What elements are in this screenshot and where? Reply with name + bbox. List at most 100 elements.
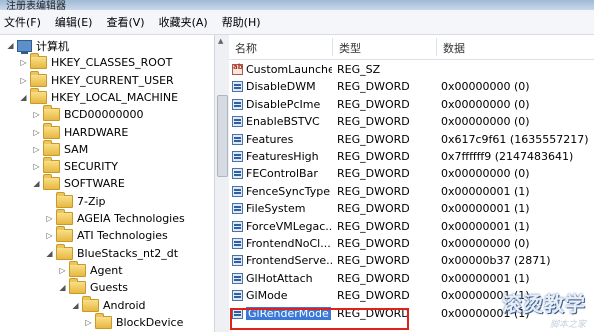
menu-item[interactable]: 文件(F) [0, 14, 48, 30]
folder-icon [43, 139, 60, 156]
menu-bar: 文件(F) 编辑(E) 查看(V) 收藏夹(A) 帮助(H) [0, 10, 594, 35]
value-name: FrontendServe... [246, 254, 332, 268]
expand-arrow-icon[interactable]: ▷ [32, 145, 41, 154]
string-value-icon [232, 63, 243, 75]
watermark-sub-text: 脚本之家 [549, 320, 586, 330]
expand-arrow-icon[interactable]: ▷ [32, 110, 41, 119]
collapse-arrow-icon[interactable]: ◢ [32, 179, 41, 188]
tree-node[interactable]: ▷ HKEY_CURRENT_USER [19, 70, 174, 89]
table-row[interactable]: DisablePcIme REG_DWORD 0x00000000 (0) [229, 97, 594, 114]
folder-icon [69, 278, 86, 295]
table-row[interactable]: ForceVMLegac... REG_DWORD 0x00000001 (1) [229, 219, 594, 236]
dword-value-icon [232, 220, 243, 232]
tree-node[interactable]: ▷ AGEIA Technologies [45, 209, 185, 227]
menu-item[interactable]: 帮助(H) [215, 14, 268, 30]
menu-item[interactable]: 编辑(E) [48, 14, 100, 30]
table-row[interactable]: FrontendServe... REG_DWORD 0x00000b37 (287… [229, 253, 594, 270]
column-header-type[interactable]: 类型 [339, 40, 361, 56]
tree-node-label: 计算机 [36, 39, 69, 53]
column-divider[interactable] [436, 38, 437, 56]
expand-arrow-icon[interactable]: ▷ [19, 76, 28, 85]
scroll-up-arrow-icon[interactable]: ▲ [218, 37, 223, 45]
collapse-arrow-icon[interactable]: ◢ [58, 283, 67, 292]
expand-arrow-icon[interactable]: ▷ [32, 128, 41, 137]
expand-arrow-icon[interactable]: ▷ [58, 266, 67, 275]
value-type: REG_DWORD [337, 115, 410, 129]
dword-value-icon [232, 203, 243, 215]
dword-value-icon [232, 81, 243, 93]
title-bar: 注册表编辑器 [0, 0, 594, 10]
value-type: REG_DWORD [337, 167, 410, 181]
value-name: ForceVMLegac... [246, 219, 332, 233]
value-name: Features [246, 132, 294, 146]
collapse-arrow-icon[interactable]: ◢ [19, 93, 28, 102]
menu-item[interactable]: 收藏夹(A) [152, 14, 215, 30]
tree-node[interactable]: ▷ HARDWARE [32, 122, 128, 141]
value-name-cell: FeaturesHigh [232, 150, 332, 163]
collapse-arrow-icon[interactable]: ◢ [71, 301, 80, 310]
table-row[interactable]: GlHotAttach REG_DWORD 0x00000001 (1) [229, 271, 594, 288]
table-row[interactable]: Features REG_DWORD 0x617c9f61 (1635557217) [229, 132, 594, 149]
value-name-cell: CustomLauncher [232, 63, 332, 76]
tree-node[interactable]: ◢ HKEY_LOCAL_MACHINE [19, 87, 178, 106]
tree-node[interactable]: ◢ BlueStacks_nt2_dt [45, 243, 178, 262]
folder-icon [43, 105, 60, 122]
tree-node[interactable]: ▷ Agent [58, 260, 123, 279]
tree-node[interactable]: ▷ HKEY_CLASSES_ROOT [19, 53, 172, 71]
value-name: CustomLauncher [246, 63, 332, 76]
value-type: REG_DWORD [337, 80, 410, 94]
value-name: FrontendNoCl... [246, 237, 331, 250]
tree-node[interactable]: 7-Zip [45, 191, 106, 210]
tree-node[interactable]: ▷ BCD00000000 [32, 105, 144, 123]
tree-node[interactable]: ◢ Guests [58, 278, 128, 296]
column-divider[interactable] [332, 38, 333, 56]
table-row[interactable]: FenceSyncType REG_DWORD 0x00000001 (1) [229, 184, 594, 201]
tree-node[interactable]: ◢ Android [71, 295, 146, 314]
value-name-cell: FileSystem [232, 202, 332, 215]
value-type: REG_SZ [337, 63, 381, 76]
tree-node-label: SOFTWARE [64, 177, 125, 191]
value-data: 0x617c9f61 (1635557217) [441, 132, 589, 146]
table-row[interactable]: DisableDWM REG_DWORD 0x00000000 (0) [229, 79, 594, 96]
column-header-name[interactable]: 名称 [235, 40, 257, 56]
value-type: REG_DWORD [337, 132, 410, 146]
value-name: FEControlBar [246, 167, 318, 181]
expand-arrow-icon[interactable]: ▷ [84, 318, 93, 327]
dword-value-icon [232, 116, 243, 128]
tree-node[interactable]: ◢ SOFTWARE [32, 174, 125, 192]
menu-item[interactable]: 查看(V) [99, 14, 151, 30]
value-data: 0x00000001 (1) [441, 219, 530, 233]
collapse-arrow-icon[interactable]: ◢ [6, 41, 15, 50]
scrollbar-thumb[interactable] [217, 95, 228, 177]
value-name-cell: FrontendNoCl... [232, 237, 332, 250]
registry-tree[interactable]: ◢ 计算机 ▷ HKEY_CLASSES_ROOT ▷ HKEY_CURRENT_USER… [0, 35, 214, 332]
expand-arrow-icon[interactable]: ▷ [45, 231, 54, 240]
value-name: DisableDWM [246, 80, 316, 94]
value-type: REG_DWORD [337, 202, 410, 216]
expand-arrow-icon[interactable]: ▷ [19, 58, 28, 67]
column-header-data[interactable]: 数据 [443, 40, 465, 56]
watermark: 滚烫教学 脚本之家 [502, 288, 586, 330]
table-row[interactable]: CustomLauncher REG_SZ [229, 62, 594, 79]
table-row[interactable]: EnableBSTVC REG_DWORD 0x00000000 (0) [229, 114, 594, 131]
table-row[interactable]: FeaturesHigh REG_DWORD 0x7ffffff9 (2147483… [229, 149, 594, 166]
tree-node-label: BlockDevice [116, 315, 184, 329]
expand-arrow-icon[interactable]: ▷ [32, 162, 41, 171]
dword-value-icon [232, 168, 243, 180]
selection-highlight-annotation [230, 308, 409, 330]
value-type: REG_DWORD [337, 254, 410, 268]
tree-node[interactable]: ▷ SAM [32, 139, 88, 158]
folder-icon [56, 243, 73, 260]
expand-arrow-icon[interactable]: ▷ [45, 214, 54, 223]
value-name-cell: FenceSyncType [232, 185, 332, 198]
table-row[interactable]: FileSystem REG_DWORD 0x00000001 (1) [229, 201, 594, 218]
tree-scrollbar[interactable]: ▲ [214, 35, 230, 332]
dword-value-icon [232, 98, 243, 110]
tree-node[interactable]: ◢ 计算机 [6, 37, 69, 54]
tree-node[interactable]: ▷ SECURITY [32, 157, 118, 175]
table-row[interactable]: FEControlBar REG_DWORD 0x00000000 (0) [229, 166, 594, 183]
tree-node[interactable]: ▷ ATI Technologies [45, 226, 168, 244]
table-row[interactable]: FrontendNoCl... REG_DWORD 0x00000000 (0) [229, 236, 594, 253]
collapse-arrow-icon[interactable]: ◢ [45, 249, 54, 258]
tree-node[interactable]: ▷ BlockDevice [84, 312, 184, 331]
